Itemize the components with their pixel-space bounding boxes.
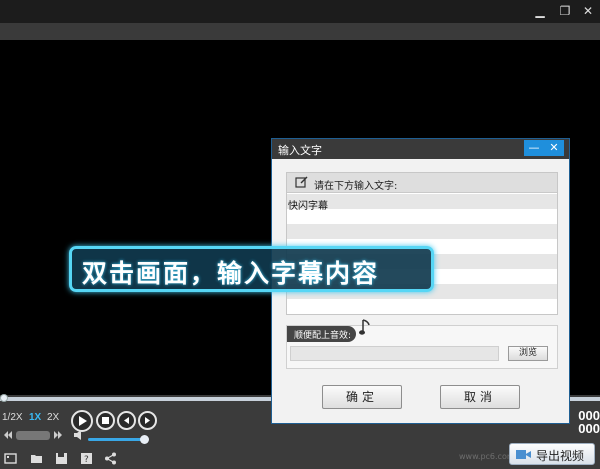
speed-1x[interactable]: 1X	[29, 411, 41, 424]
minimize-icon[interactable]: ▁	[533, 4, 547, 18]
volume-thumb[interactable]	[140, 435, 149, 444]
folder-icon[interactable]	[30, 452, 43, 465]
dialog-window-buttons: — ✕	[524, 140, 564, 156]
sound-effect-label: 顺便配上音效:	[294, 331, 352, 341]
stop-button[interactable]	[96, 411, 115, 430]
dialog-titlebar: 输入文字 — ✕	[272, 139, 569, 159]
fast-forward-icon[interactable]	[53, 430, 63, 440]
speed-2x[interactable]: 2X	[47, 411, 59, 424]
svg-text:?: ?	[84, 455, 89, 465]
export-video-button[interactable]: 导出视频	[509, 443, 595, 465]
play-button[interactable]	[71, 410, 93, 432]
subtitle-text[interactable]: 快闪字幕	[288, 197, 328, 212]
sound-path-field[interactable]	[290, 346, 499, 361]
toolbar-strip	[0, 23, 600, 40]
play-icon	[79, 416, 87, 426]
restore-icon[interactable]: ❐	[558, 4, 572, 18]
close-icon[interactable]: ✕	[581, 4, 595, 18]
minimize-icon[interactable]: —	[524, 140, 544, 156]
music-note-icon	[359, 319, 370, 335]
browse-button[interactable]: 浏览	[508, 346, 548, 361]
edit-icon	[295, 176, 308, 188]
input-header: 请在下方输入文字:	[287, 173, 557, 193]
watermark: www.pc6.com	[459, 452, 515, 461]
input-header-label: 请在下方输入文字:	[314, 181, 398, 192]
instruction-text: 双击画面，输入字幕内容	[82, 259, 380, 288]
prev-icon	[124, 417, 129, 424]
frame-scrubber[interactable]	[16, 431, 50, 440]
timecode-total: 000	[578, 421, 600, 436]
sound-effect-tag: 顺便配上音效:	[287, 326, 356, 342]
export-label: 导出视频	[536, 449, 585, 463]
help-icon[interactable]: ?	[80, 452, 93, 465]
volume-icon[interactable]	[73, 430, 85, 440]
share-icon[interactable]	[104, 452, 117, 465]
ok-button[interactable]: 确定	[322, 385, 402, 409]
next-icon	[145, 417, 150, 424]
rewind-icon[interactable]	[3, 430, 13, 440]
instruction-banner: 双击画面，输入字幕内容	[69, 246, 434, 292]
dialog-title: 输入文字	[278, 144, 322, 157]
window-titlebar: ▁ ❐ ✕	[0, 0, 600, 23]
seek-thumb[interactable]	[0, 394, 8, 402]
prev-frame-button[interactable]	[117, 411, 136, 430]
export-icon	[516, 450, 531, 459]
stop-icon	[102, 417, 109, 424]
save-icon[interactable]	[55, 452, 68, 465]
subtitle-input-area[interactable]: 请在下方输入文字: 快闪字幕	[286, 172, 558, 315]
cancel-button[interactable]: 取消	[440, 385, 520, 409]
film-icon[interactable]	[4, 452, 17, 465]
close-icon[interactable]: ✕	[544, 140, 564, 156]
text-line	[287, 224, 557, 239]
speed-half[interactable]: 1/2X	[2, 411, 23, 424]
volume-slider[interactable]	[88, 438, 144, 441]
next-frame-button[interactable]	[138, 411, 157, 430]
